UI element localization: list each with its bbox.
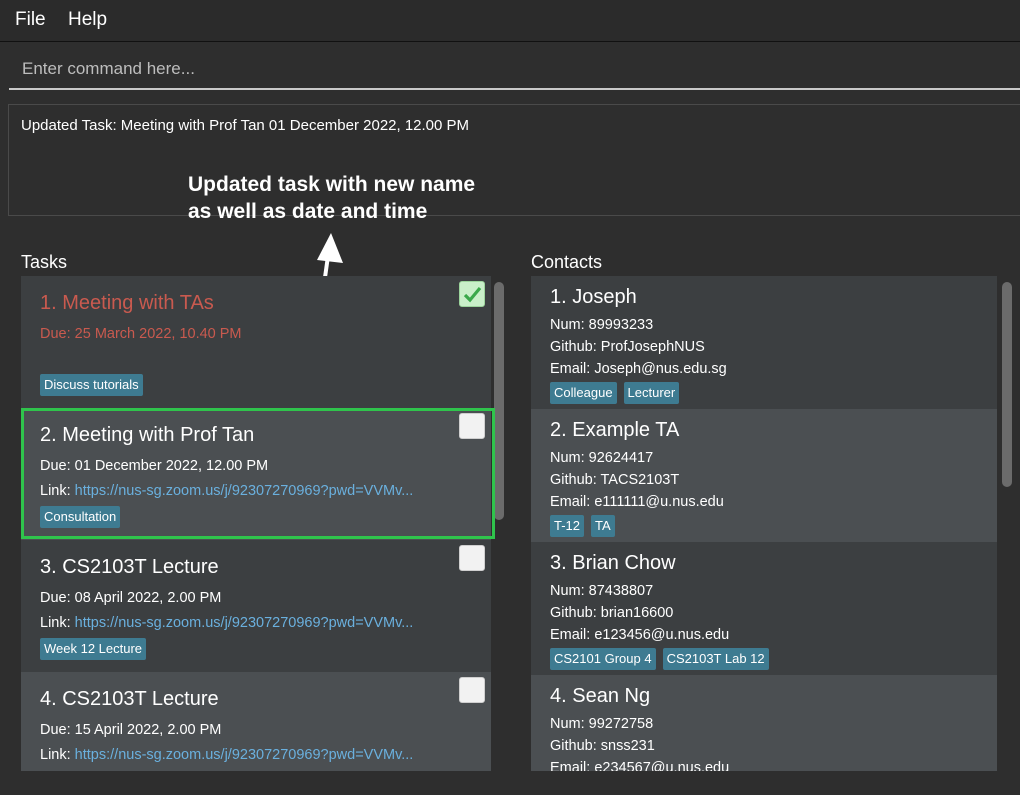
contact-email: Email: e111111@u.nus.edu [550,494,724,510]
contact-num: Num: 92624417 [550,450,654,466]
task-tags: Discuss tutorials [40,374,472,398]
task-due: Due: 15 April 2022, 2.00 PM [40,722,222,738]
task-title: 1. Meeting with TAs [40,292,214,314]
task-link-url[interactable]: https://nus-sg.zoom.us/j/92307270969?pwd… [75,615,414,631]
task-scrollbar[interactable] [494,282,504,522]
tasks-title: Tasks [21,252,68,272]
contact-scrollbar-thumb[interactable] [1002,282,1012,487]
task-title: 2. Meeting with Prof Tan [40,424,255,446]
task-title: 3. CS2103T Lecture [40,556,219,578]
link-label: Link: [40,747,75,763]
done-checkbox[interactable] [459,677,485,703]
tag: T-12 [550,515,585,537]
tag: TA [591,515,615,537]
annotation-line-1: Updated task with new name [188,173,476,196]
task-card[interactable]: 3. CS2103T Lecture Due: 08 April 2022, 2… [21,540,491,672]
contact-card[interactable]: 2. Example TA Num: 92624417 Github: TACS… [531,409,997,542]
task-link [40,347,472,372]
done-checkbox[interactable] [459,545,485,571]
link-label: Link: [40,483,75,499]
contact-name: 2. Example TA [550,419,680,441]
command-box [9,52,1020,90]
contact-email: Email: Joseph@nus.edu.sg [550,361,727,377]
task-due: Due: 25 March 2022, 10.40 PM [40,326,242,342]
contact-card[interactable]: 1. Joseph Num: 89993233 Github: ProfJose… [531,276,997,409]
task-link-url[interactable]: https://nus-sg.zoom.us/j/92307270969?pwd… [75,483,414,499]
tag: Colleague [550,382,617,404]
task-tags [40,770,472,771]
contact-email: Email: e234567@u.nus.edu [550,760,730,771]
tag: Consultation [40,506,121,528]
task-scrollbar-thumb[interactable] [494,282,504,520]
contact-tags: CS2101 Group 4 CS2103T Lab 12 [550,648,978,672]
link-label: Link: [40,615,75,631]
contact-num: Num: 89993233 [550,317,654,333]
task-tags: Consultation [40,506,472,530]
contact-email: Email: e123456@u.nus.edu [550,627,730,643]
tag: CS2103T Lab 12 [662,648,769,670]
task-card[interactable]: 2. Meeting with Prof Tan Due: 01 Decembe… [21,408,491,540]
tag: Discuss tutorials [40,374,143,396]
task-link: Link: https://nus-sg.zoom.us/j/923072709… [40,611,472,636]
task-title: 4. CS2103T Lecture [40,688,219,710]
annotation-line-2: as well as date and time [188,200,428,223]
menu-help[interactable]: Help [68,9,107,31]
task-link: Link: https://nus-sg.zoom.us/j/923072709… [40,479,472,504]
contact-github: Github: TACS2103T [550,472,680,488]
contact-card[interactable]: 4. Sean Ng Num: 99272758 Github: snss231… [531,675,997,771]
contact-name: 4. Sean Ng [550,685,651,707]
task-card[interactable]: 4. CS2103T Lecture Due: 15 April 2022, 2… [21,672,491,771]
menu-bar: File Help [0,0,1020,42]
task-list: 1. Meeting with TAs Due: 25 March 2022, … [21,276,491,771]
task-link-url[interactable]: https://nus-sg.zoom.us/j/92307270969?pwd… [75,747,414,763]
annotation-text: Updated task with new name as well as da… [188,171,518,225]
contact-github: Github: brian16600 [550,605,674,621]
check-icon [463,286,482,303]
contact-tags: Colleague Lecturer [550,382,978,406]
task-link: Link: https://nus-sg.zoom.us/j/923072709… [40,743,472,768]
contact-card[interactable]: 3. Brian Chow Num: 87438807 Github: bria… [531,542,997,675]
result-text: Updated Task: Meeting with Prof Tan 01 D… [21,117,470,134]
task-card[interactable]: 1. Meeting with TAs Due: 25 March 2022, … [21,276,491,408]
command-input[interactable] [9,52,1020,86]
done-checkbox[interactable] [459,413,485,439]
tag: Week 12 Lecture [40,638,147,660]
contact-num: Num: 87438807 [550,583,654,599]
task-tags: Week 12 Lecture [40,638,472,662]
tag: CS2101 Group 4 [550,648,656,670]
contact-list: 1. Joseph Num: 89993233 Github: ProfJose… [531,276,997,771]
contact-num: Num: 99272758 [550,716,654,732]
contacts-title: Contacts [531,252,603,272]
contact-github: Github: snss231 [550,738,655,754]
done-checkbox[interactable] [459,281,485,307]
contact-tags: T-12 TA [550,515,978,539]
contact-name: 1. Joseph [550,286,637,308]
contact-name: 3. Brian Chow [550,552,676,574]
tag: Lecturer [623,382,680,404]
task-due: Due: 08 April 2022, 2.00 PM [40,590,222,606]
menu-file[interactable]: File [15,9,46,31]
task-due: Due: 01 December 2022, 12.00 PM [40,458,269,474]
contact-github: Github: ProfJosephNUS [550,339,705,355]
contact-scrollbar[interactable] [1002,282,1012,492]
